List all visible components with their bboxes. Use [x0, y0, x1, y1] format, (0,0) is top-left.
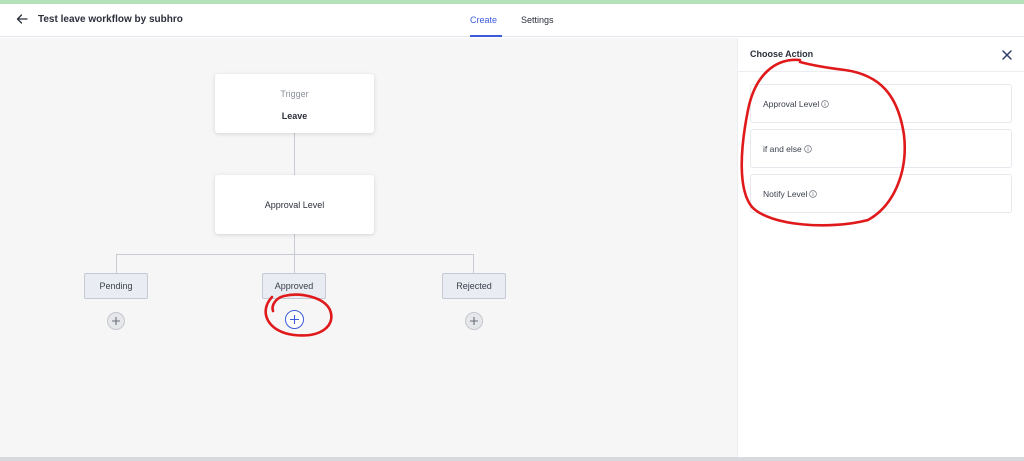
active-tab-indicator	[470, 35, 502, 37]
approval-level-label: Approval Level	[264, 200, 325, 210]
branch-rejected[interactable]: Rejected	[442, 273, 506, 299]
tab-settings[interactable]: Settings	[521, 15, 554, 25]
connector-branch-rejected	[473, 254, 474, 273]
info-icon	[821, 100, 829, 108]
trigger-node[interactable]: Trigger Leave	[215, 74, 374, 133]
approval-level-node[interactable]: Approval Level	[215, 175, 374, 234]
plus-icon	[290, 315, 299, 324]
panel-title: Choose Action	[750, 49, 814, 59]
connector-approval-branches	[294, 234, 295, 254]
tab-create[interactable]: Create	[470, 15, 497, 25]
add-step-pending-button[interactable]	[107, 312, 125, 330]
action-if-and-else[interactable]: if and else	[750, 129, 1012, 168]
plus-icon	[470, 317, 478, 325]
workflow-canvas: Trigger Leave Approval Level Pending App…	[0, 38, 737, 457]
arrow-left-icon[interactable]	[14, 11, 30, 27]
add-step-rejected-button[interactable]	[465, 312, 483, 330]
connector-branch-horizontal	[116, 254, 474, 255]
branch-approved[interactable]: Approved	[262, 273, 326, 299]
action-approval-level[interactable]: Approval Level	[750, 84, 1012, 123]
page-title: Test leave workflow by subhro	[38, 14, 183, 25]
close-icon[interactable]	[1000, 48, 1014, 62]
connector-branch-pending	[116, 254, 117, 273]
action-label: if and else	[763, 144, 802, 154]
info-icon	[803, 145, 812, 153]
trigger-value: Leave	[281, 111, 308, 121]
plus-icon	[112, 317, 120, 325]
header: Test leave workflow by subhro Create Set…	[0, 4, 1024, 37]
branch-pending[interactable]: Pending	[84, 273, 148, 299]
connector-trigger-approval	[294, 133, 295, 175]
action-label: Approval Level	[763, 99, 820, 109]
add-step-approved-button[interactable]	[285, 310, 304, 329]
bottom-scrollbar-track	[0, 457, 1024, 461]
info-icon	[809, 190, 818, 198]
connector-branch-approved	[294, 254, 295, 273]
choose-action-panel: Choose Action Approval Level if and else…	[737, 38, 1024, 457]
action-label: Notify Level	[763, 189, 808, 199]
panel-divider	[738, 71, 1024, 72]
action-notify-level[interactable]: Notify Level	[750, 174, 1012, 213]
trigger-label: Trigger	[280, 89, 309, 99]
